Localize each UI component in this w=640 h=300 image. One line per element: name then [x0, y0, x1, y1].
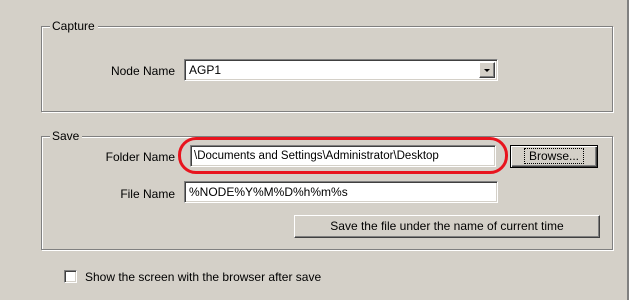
show-browser-label[interactable]: Show the screen with the browser after s…	[85, 270, 321, 284]
file-name-value: %NODE%Y%M%D%h%m%s	[189, 185, 348, 199]
save-group-title: Save	[50, 129, 83, 143]
show-browser-checkbox[interactable]	[64, 270, 77, 283]
browse-button-label: Browse...	[523, 148, 584, 164]
node-name-value: AGP1	[189, 63, 222, 77]
node-name-dropdown-button[interactable]	[479, 62, 495, 78]
dialog-window: Capture Node Name AGP1 Save Folder Name …	[0, 0, 629, 300]
node-name-combobox[interactable]: AGP1	[184, 59, 498, 81]
node-name-label: Node Name	[110, 64, 175, 78]
file-name-label: File Name	[120, 187, 175, 201]
file-name-input[interactable]: %NODE%Y%M%D%h%m%s	[184, 181, 498, 203]
current-time-button[interactable]: Save the file under the name of current …	[294, 215, 600, 238]
current-time-button-label: Save the file under the name of current …	[330, 219, 564, 233]
chevron-down-icon	[484, 69, 490, 72]
folder-name-input[interactable]: \Documents and Settings\Administrator\De…	[190, 145, 496, 167]
folder-name-value: \Documents and Settings\Administrator\De…	[194, 150, 439, 162]
capture-group-title: Capture	[50, 19, 98, 33]
folder-name-label: Folder Name	[105, 150, 175, 164]
browse-button[interactable]: Browse...	[510, 145, 598, 168]
